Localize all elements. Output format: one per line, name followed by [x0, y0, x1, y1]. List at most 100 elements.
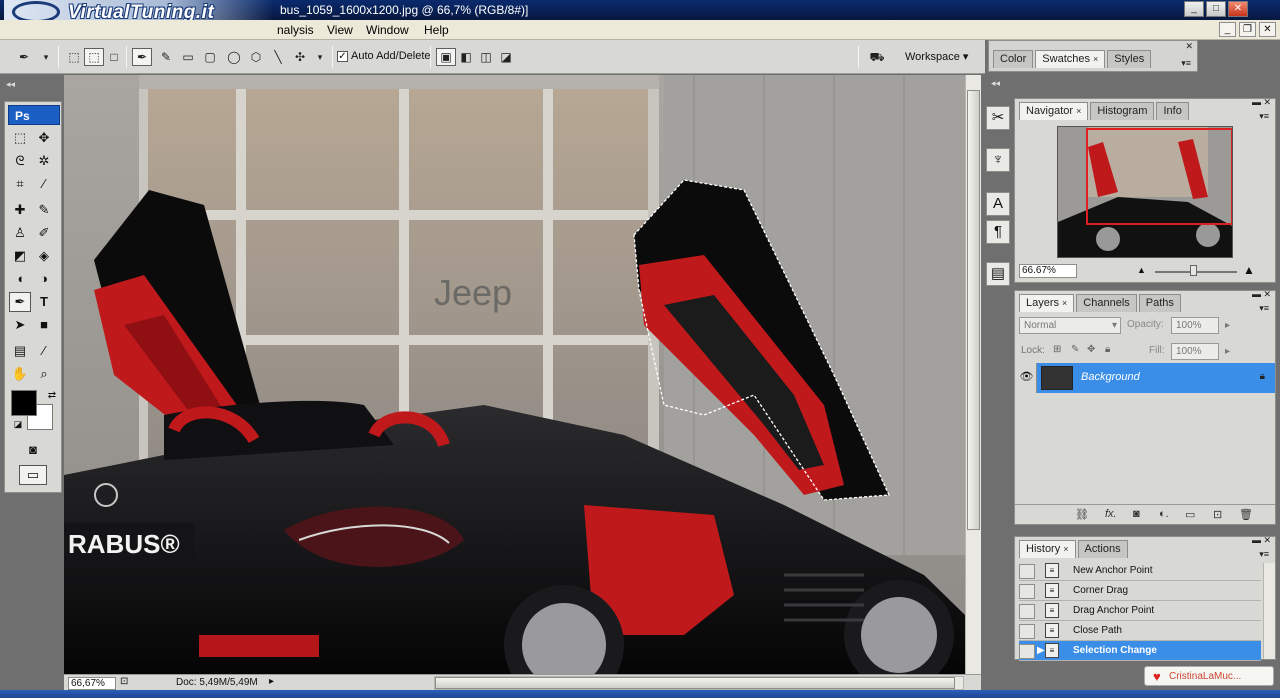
document-canvas[interactable]: Jeep RABUS®	[64, 75, 965, 674]
subtract-path-icon[interactable]: ◧	[456, 48, 476, 66]
vertical-scroll-thumb[interactable]	[967, 90, 980, 530]
doc-minimize-button[interactable]: _	[1219, 22, 1236, 37]
lock-all-icon[interactable]: 🔒︎	[1105, 344, 1110, 355]
layer-style-icon[interactable]: fx.	[1105, 508, 1117, 520]
horizontal-scrollbar[interactable]	[434, 676, 964, 690]
fill-pixels-icon[interactable]: □	[104, 48, 124, 66]
lock-transparency-icon[interactable]: ⊞	[1053, 344, 1061, 355]
rectangle-tool-icon[interactable]: ▭	[178, 48, 198, 66]
pen-tool-icon[interactable]: ✒	[9, 292, 31, 312]
slice-tool-icon[interactable]: ⁄	[33, 174, 55, 194]
marquee-tool-icon[interactable]: ⬚	[9, 128, 31, 148]
panel-collapse-icon[interactable]: ▬ ✕	[1252, 97, 1271, 108]
link-layers-icon[interactable]: ⛓	[1075, 508, 1089, 521]
zoom-out-icon[interactable]: ▲	[1137, 265, 1146, 275]
eraser-tool-icon[interactable]: ◩	[9, 246, 31, 266]
fill-field[interactable]: 100% ▸	[1171, 343, 1230, 360]
tab-paths[interactable]: Paths	[1138, 294, 1181, 312]
tab-histogram[interactable]: Histogram	[1090, 102, 1155, 120]
opacity-field[interactable]: 100% ▸	[1171, 317, 1230, 334]
eyedropper-icon[interactable]: ⁄	[33, 341, 55, 361]
chevron-down-icon[interactable]: ▾	[310, 48, 330, 66]
status-info-icon[interactable]: ⊡	[120, 676, 128, 687]
new-layer-icon[interactable]: ⊡	[1213, 508, 1222, 521]
hand-tool-icon[interactable]: ✋	[9, 364, 31, 384]
auto-add-delete-checkbox[interactable]: ✓	[337, 50, 348, 62]
close-button[interactable]: ✕	[1228, 1, 1248, 17]
history-snapshot-box[interactable]	[1019, 624, 1035, 639]
polygon-tool-icon[interactable]: ⬡	[246, 48, 266, 66]
line-tool-icon[interactable]: ╲	[268, 48, 288, 66]
menu-view[interactable]: View	[327, 23, 353, 37]
paths-mode-icon[interactable]: ⬚	[84, 48, 104, 66]
healing-brush-icon[interactable]: ✚	[9, 200, 31, 220]
horizontal-scroll-thumb[interactable]	[435, 677, 955, 689]
default-colors-icon[interactable]: ◪	[7, 414, 29, 434]
collapse-arrows-icon[interactable]: ◂◂	[6, 79, 15, 90]
doc-restore-button[interactable]: ❐	[1239, 22, 1256, 37]
navigator-preview[interactable]	[1057, 126, 1233, 258]
exclude-path-icon[interactable]: ◪	[496, 48, 516, 66]
intersect-path-icon[interactable]: ◫	[476, 48, 496, 66]
foreground-color-swatch[interactable]	[11, 390, 37, 416]
history-snapshot-box[interactable]	[1019, 564, 1035, 579]
freeform-pen-icon[interactable]: ✎	[156, 48, 176, 66]
layer-name[interactable]: Background	[1081, 371, 1140, 383]
dodge-tool-icon[interactable]: ◑	[33, 269, 55, 289]
menu-help[interactable]: Help	[424, 23, 449, 37]
add-mask-icon[interactable]: ◙	[1133, 508, 1140, 520]
lock-pixels-icon[interactable]: ✎	[1071, 344, 1079, 355]
pen-tool-preset-icon[interactable]: ✒	[14, 48, 34, 66]
panel-collapse-icon[interactable]: ▬ ✕	[1252, 535, 1271, 546]
doc-close-button[interactable]: ✕	[1259, 22, 1276, 37]
brushes-icon[interactable]: ♆	[986, 148, 1010, 172]
type-tool-icon[interactable]: T	[33, 292, 55, 312]
quick-mask-icon[interactable]: ◙	[21, 440, 45, 460]
blur-tool-icon[interactable]: ◖	[9, 269, 31, 289]
new-group-icon[interactable]: ▭	[1185, 508, 1195, 521]
history-item-selected[interactable]: ▶ ≡ Selection Change	[1019, 641, 1261, 661]
navigator-zoom-knob[interactable]	[1190, 265, 1197, 276]
minimize-button[interactable]: _	[1184, 1, 1204, 17]
panel-menu-icon[interactable]: ▾≡	[1259, 549, 1269, 560]
screen-mode-icon[interactable]: ▭	[19, 465, 47, 485]
panel-collapse-icon[interactable]: ▬ ✕	[1252, 289, 1271, 300]
lock-position-icon[interactable]: ✥	[1087, 344, 1095, 355]
tab-swatches[interactable]: Swatches ×	[1035, 50, 1106, 68]
combine-path-icon[interactable]: ▣	[436, 48, 456, 66]
history-snapshot-box[interactable]	[1019, 644, 1035, 659]
tab-history[interactable]: History ×	[1019, 540, 1076, 558]
ps-badge[interactable]: Ps	[8, 105, 60, 125]
crop-tool-icon[interactable]: ⌗	[9, 174, 31, 194]
tab-info[interactable]: Info	[1156, 102, 1189, 120]
chevron-down-icon[interactable]: ▾	[36, 48, 56, 66]
bridge-icon[interactable]: ⛟	[864, 48, 890, 66]
menu-window[interactable]: Window	[366, 23, 409, 37]
history-item[interactable]: ≡ Drag Anchor Point	[1019, 601, 1261, 621]
tab-styles[interactable]: Styles	[1107, 50, 1152, 68]
navigator-zoom-field[interactable]: 66.67%	[1019, 264, 1077, 278]
shape-layers-icon[interactable]: ⬚	[64, 48, 84, 66]
tab-layers[interactable]: Layers ×	[1019, 294, 1075, 312]
maximize-button[interactable]: □	[1206, 1, 1226, 17]
paragraph-icon[interactable]: ¶	[986, 220, 1010, 244]
navigator-view-box[interactable]	[1086, 128, 1232, 225]
tab-color[interactable]: Color	[993, 50, 1034, 68]
clone-stamp-icon[interactable]: ♙	[9, 223, 31, 243]
rounded-rectangle-icon[interactable]: ▢	[200, 48, 220, 66]
zoom-in-icon[interactable]: ▲	[1243, 263, 1255, 277]
history-item[interactable]: ≡ New Anchor Point	[1019, 561, 1261, 581]
magic-wand-icon[interactable]: ✲	[33, 151, 55, 171]
lasso-tool-icon[interactable]: ᘓ	[9, 151, 31, 171]
history-item[interactable]: ≡ Close Path	[1019, 621, 1261, 641]
menu-analysis[interactable]: nalysis	[277, 23, 314, 37]
history-item[interactable]: ≡ Corner Drag	[1019, 581, 1261, 601]
swap-colors-icon[interactable]: ⇄	[41, 386, 63, 406]
brush-tool-icon[interactable]: ✎	[33, 200, 55, 220]
tab-actions[interactable]: Actions	[1077, 540, 1128, 558]
path-selection-icon[interactable]: ➤	[9, 315, 31, 335]
history-brush-icon[interactable]: ✐	[33, 223, 55, 243]
history-snapshot-box[interactable]	[1019, 584, 1035, 599]
delete-layer-icon[interactable]: 🗑︎	[1239, 508, 1253, 521]
auto-add-delete-option[interactable]: ✓ Auto Add/Delete	[337, 50, 431, 62]
